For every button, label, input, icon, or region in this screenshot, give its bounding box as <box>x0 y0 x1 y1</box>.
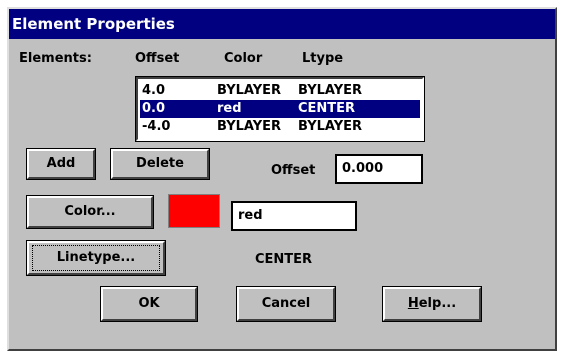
offset-column-header: Offset <box>135 51 180 66</box>
offset-input[interactable]: 0.000 <box>335 154 423 184</box>
color-button[interactable]: Color... <box>26 195 154 229</box>
add-button[interactable]: Add <box>26 148 96 180</box>
offset-label: Offset <box>271 163 316 178</box>
elements-listbox[interactable]: 4.0 BYLAYER BYLAYER 0.0 red CENTER -4.0 … <box>135 76 425 142</box>
color-name-input[interactable]: red <box>231 201 357 231</box>
help-button-label: Help... <box>407 296 457 311</box>
linetype-button[interactable]: Linetype... <box>26 240 166 276</box>
row-ltype: BYLAYER <box>298 83 363 98</box>
row-offset: 4.0 <box>142 83 166 98</box>
linetype-value: CENTER <box>255 252 313 267</box>
delete-button-label: Delete <box>136 156 184 171</box>
row-color: red <box>217 101 242 116</box>
row-ltype: BYLAYER <box>298 119 363 134</box>
list-item-selected[interactable]: 0.0 red CENTER <box>140 100 420 118</box>
elements-label: Elements: <box>19 51 92 66</box>
element-properties-dialog: Element Properties Elements: Offset Colo… <box>7 7 557 351</box>
color-swatch <box>168 194 220 228</box>
row-offset: -4.0 <box>142 119 171 134</box>
row-ltype: CENTER <box>298 101 356 116</box>
color-button-label: Color... <box>64 204 116 219</box>
dialog-title: Element Properties <box>9 9 555 39</box>
row-color: BYLAYER <box>217 119 282 134</box>
list-item[interactable]: 4.0 BYLAYER BYLAYER <box>140 82 420 100</box>
ok-button-label: OK <box>138 296 160 311</box>
color-column-header: Color <box>224 51 263 66</box>
row-offset: 0.0 <box>142 101 166 116</box>
list-item[interactable]: -4.0 BYLAYER BYLAYER <box>140 118 420 136</box>
cancel-button-label: Cancel <box>261 296 311 311</box>
ltype-column-header: Ltype <box>302 51 344 66</box>
ok-button[interactable]: OK <box>100 286 198 322</box>
add-button-label: Add <box>46 156 76 171</box>
linetype-button-label: Linetype... <box>32 245 160 271</box>
delete-button[interactable]: Delete <box>110 148 210 180</box>
row-color: BYLAYER <box>217 83 282 98</box>
cancel-button[interactable]: Cancel <box>236 286 336 322</box>
help-button[interactable]: Help... <box>382 286 482 322</box>
